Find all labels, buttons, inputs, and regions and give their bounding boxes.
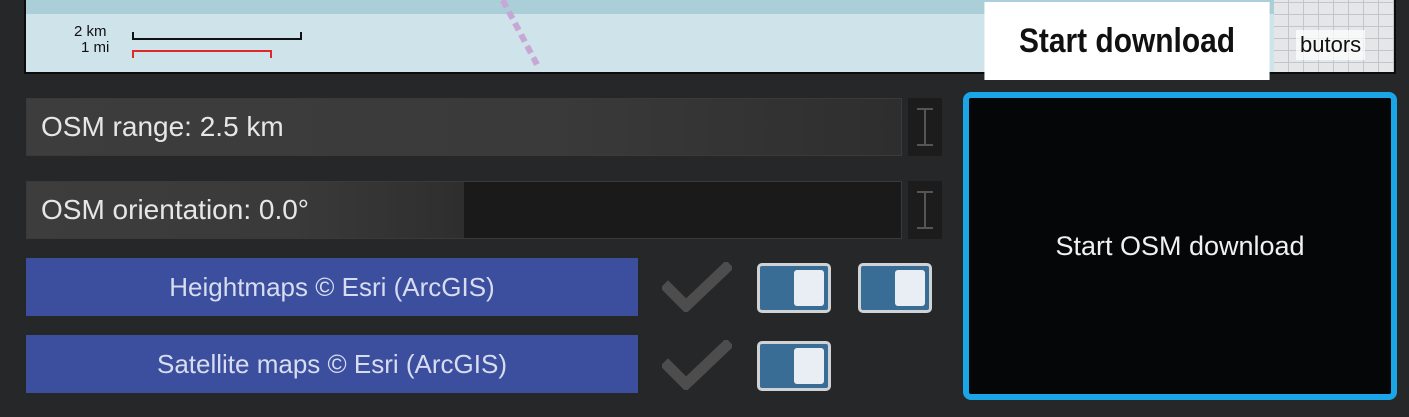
osm-download-panel: 2 km 1 mi butors Start download OSM rang… xyxy=(0,0,1409,417)
osm-range-handle[interactable] xyxy=(908,98,942,156)
start-download-tooltip: Start download xyxy=(984,2,1270,80)
toggle-knob xyxy=(895,270,925,306)
heightmaps-provider-button[interactable]: Heightmaps © Esri (ArcGIS) xyxy=(26,258,638,316)
slider-handle-icon xyxy=(917,108,933,146)
toggle-knob xyxy=(794,348,824,384)
start-osm-download-button[interactable]: Start OSM download xyxy=(963,92,1397,400)
osm-range-slider[interactable]: OSM range: 2.5 km xyxy=(26,98,902,156)
osm-orientation-slider[interactable]: OSM orientation: 0.0° xyxy=(26,181,902,239)
osm-range-label: OSM range: 2.5 km xyxy=(41,111,284,142)
satellite-toggle[interactable] xyxy=(757,341,831,391)
heightmaps-toggle-2[interactable] xyxy=(858,263,932,313)
checkmark-icon xyxy=(662,340,732,390)
osm-orientation-label: OSM orientation: 0.0° xyxy=(41,194,309,225)
slider-handle-icon xyxy=(917,191,933,229)
checkmark-icon xyxy=(662,262,732,312)
heightmaps-toggle-1[interactable] xyxy=(757,263,831,313)
scale-km-label: 2 km xyxy=(74,23,107,40)
map-attribution[interactable]: butors xyxy=(1296,30,1366,60)
scale-km-bar xyxy=(132,32,302,40)
scale-mi-bar xyxy=(132,50,272,58)
satellite-provider-button[interactable]: Satellite maps © Esri (ArcGIS) xyxy=(26,335,638,393)
osm-orientation-handle[interactable] xyxy=(908,181,942,239)
scale-mi-label: 1 mi xyxy=(81,39,110,56)
toggle-knob xyxy=(794,270,824,306)
